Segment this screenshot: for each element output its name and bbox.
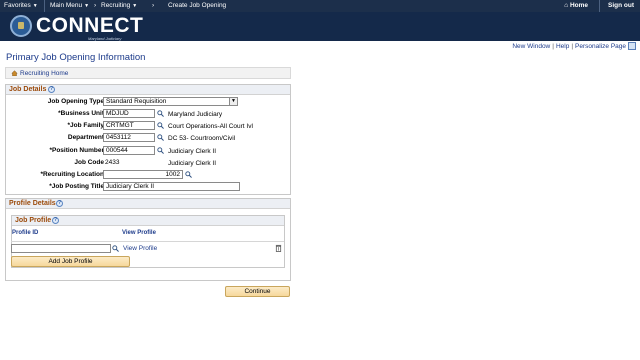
personalize-page-link[interactable]: Personalize Page — [575, 43, 626, 50]
recruiting-home-link[interactable]: Recruiting Home — [20, 70, 68, 77]
job-code-value: 2433 — [105, 159, 120, 166]
search-icon[interactable] — [157, 110, 164, 117]
main-menu[interactable]: Main Menu ▼ — [50, 2, 89, 9]
department-input[interactable]: 0453112 — [103, 133, 155, 142]
dropdown-arrow-icon: ▼ — [32, 3, 38, 9]
help-icon[interactable]: ? — [48, 86, 55, 93]
position-number-input[interactable]: 000544 — [103, 146, 155, 155]
dropdown-arrow-icon: ▼ — [132, 3, 138, 9]
house-icon — [11, 70, 18, 76]
job-posting-title-label: *Job Posting Title — [49, 183, 104, 190]
help-icon[interactable]: ? — [56, 200, 63, 207]
profile-id-input[interactable] — [11, 244, 111, 253]
help-link[interactable]: Help — [556, 43, 569, 50]
job-profile-header: Job Profile ? — [12, 216, 284, 226]
continue-button[interactable]: Continue — [225, 286, 290, 297]
grid-divider — [11, 241, 284, 242]
business-unit-description: Maryland Judiciary — [168, 111, 223, 118]
position-number-label: *Position Number — [49, 147, 104, 154]
help-icon[interactable]: ? — [52, 217, 59, 224]
nav-divider — [599, 0, 600, 12]
search-icon[interactable] — [157, 147, 164, 154]
job-family-input[interactable]: CRTMGT — [103, 121, 155, 130]
job-family-description: Court Operations-All Court Ivl — [168, 123, 253, 130]
column-header-view-profile: View Profile — [122, 230, 156, 236]
job-opening-type-label: Job Opening Type — [47, 98, 104, 105]
judiciary-seal-icon — [10, 15, 32, 37]
position-number-description: Judiciary Clerk II — [168, 148, 217, 155]
link-separator: | — [571, 43, 574, 50]
job-details-section: Job Details ? Job Opening Type Standard … — [5, 84, 291, 195]
profile-details-title: Profile Details — [9, 200, 56, 207]
recruiting-location-label: *Recruiting Location — [40, 171, 104, 178]
job-code-label: Job Code — [74, 159, 104, 166]
business-unit-label: *Business Unit — [58, 110, 104, 117]
job-profile-column-headers: Profile ID View Profile — [12, 228, 284, 240]
favorites-label: Favorites — [4, 2, 31, 9]
department-label: Department — [67, 134, 104, 141]
job-posting-title-input[interactable]: Judiciary Clerk II — [103, 182, 240, 191]
search-icon[interactable] — [157, 122, 164, 129]
search-icon[interactable] — [112, 245, 119, 252]
connect-logo: CONNECT — [36, 14, 144, 37]
breadcrumb-separator-icon: › — [152, 2, 155, 9]
job-opening-type-select[interactable]: Standard Requisition ▼ — [103, 97, 238, 106]
sign-out-link[interactable]: Sign out — [608, 2, 634, 9]
profile-details-header: Profile Details ? — [6, 199, 290, 209]
job-details-header: Job Details ? — [6, 85, 290, 95]
home-label: Home — [569, 2, 588, 9]
main-menu-label: Main Menu — [50, 2, 83, 9]
search-icon[interactable] — [185, 171, 192, 178]
home-link[interactable]: ⌂ Home — [564, 2, 588, 9]
favorites-menu[interactable]: Favorites ▼ — [4, 2, 38, 9]
job-profile-title: Job Profile — [15, 217, 52, 224]
add-job-profile-button[interactable]: Add Job Profile — [11, 256, 130, 267]
column-header-profile-id: Profile ID — [12, 230, 39, 236]
trash-icon[interactable] — [275, 244, 282, 252]
recruiting-label: Recruiting — [101, 2, 131, 9]
new-window-link[interactable]: New Window — [512, 43, 550, 50]
breadcrumb-separator-icon: › — [94, 2, 97, 9]
job-opening-type-value: Standard Requisition — [106, 98, 167, 105]
link-separator: | — [552, 43, 554, 50]
page-utility-links: New Window | Help | Personalize Page — [512, 43, 626, 50]
department-description: DC 53- Courtroom/Civil — [168, 135, 236, 142]
chevron-down-icon: ▼ — [229, 98, 237, 105]
recruiting-location-input[interactable]: 1002 — [103, 170, 183, 179]
logo-subtitle: Maryland Judiciary — [88, 36, 122, 41]
page-title: Primary Job Opening Information — [6, 52, 146, 63]
job-family-label: *Job Family — [67, 122, 104, 129]
recruiting-menu[interactable]: Recruiting ▼ — [101, 2, 137, 9]
top-navigation-bar: Favorites ▼ Main Menu ▼ › Recruiting ▼ › Cr… — [0, 0, 640, 12]
breadcrumb-create-job-opening[interactable]: Create Job Opening — [168, 2, 226, 9]
page-options-icon[interactable] — [628, 42, 636, 50]
dropdown-arrow-icon: ▼ — [84, 3, 90, 9]
view-profile-link[interactable]: View Profile — [123, 245, 157, 252]
nav-divider — [44, 0, 45, 12]
business-unit-input[interactable]: MDJUD — [103, 109, 155, 118]
job-details-title: Job Details — [9, 86, 47, 93]
recruiting-home-bar: Recruiting Home — [5, 67, 291, 79]
search-icon[interactable] — [157, 134, 164, 141]
header-banner: CONNECT Maryland Judiciary — [0, 12, 640, 41]
job-code-description: Judiciary Clerk II — [168, 160, 217, 167]
